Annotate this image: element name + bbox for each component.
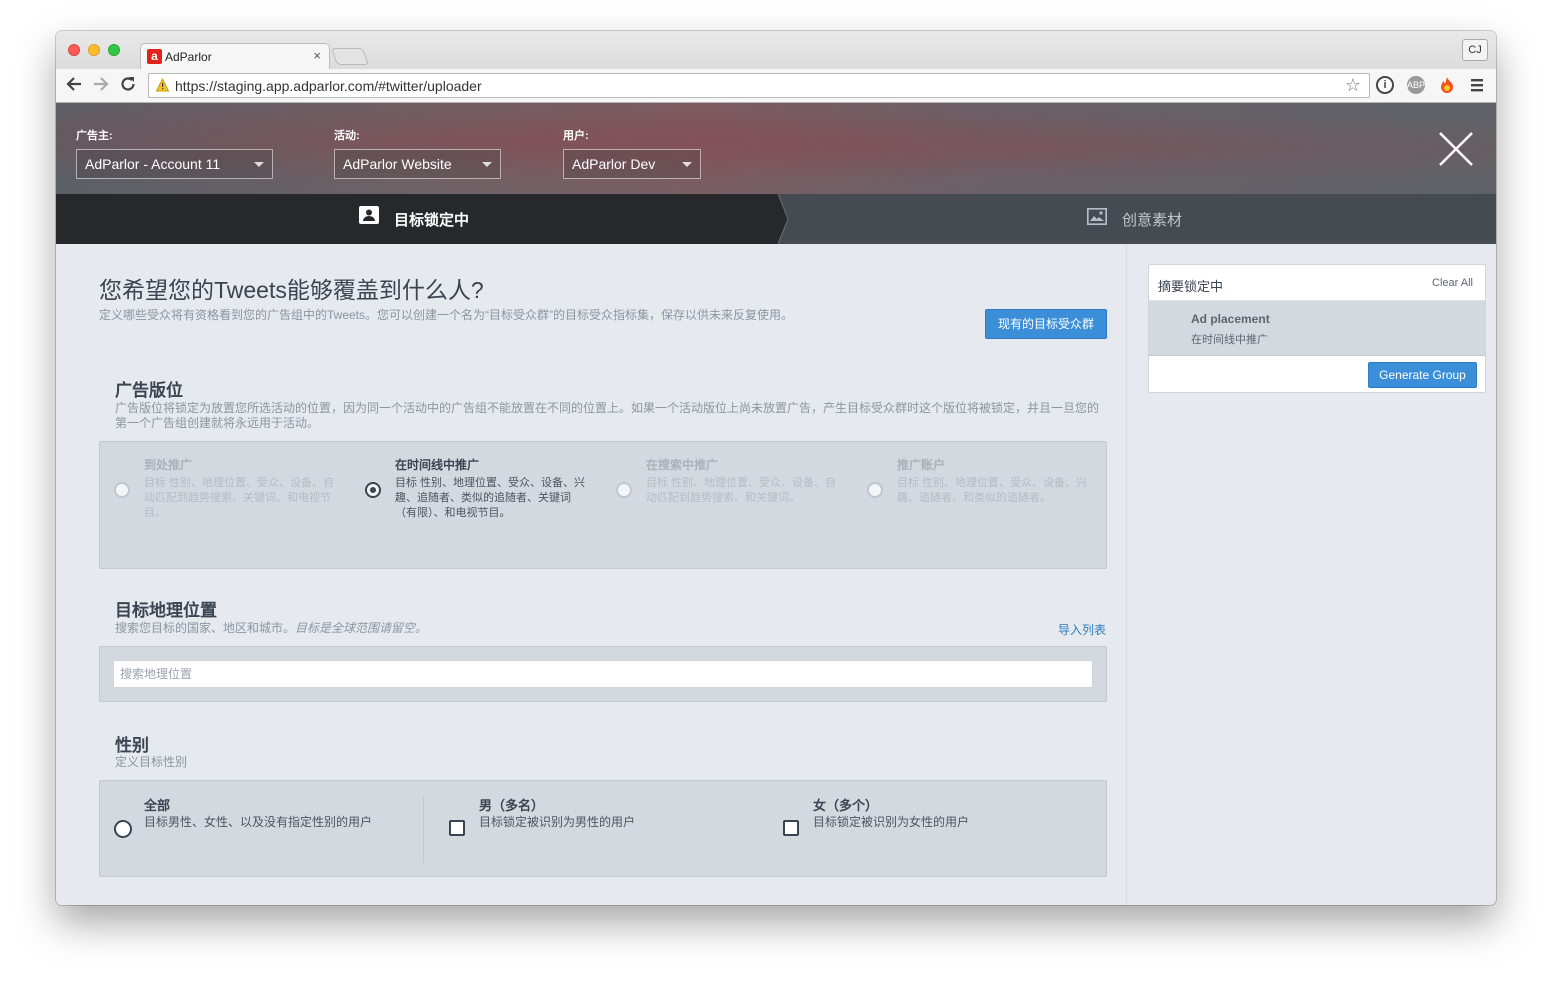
geo-description: 搜索您目标的国家、地区和城市。目标是全球范围请留空。 bbox=[115, 621, 427, 636]
summary-item-title: Ad placement bbox=[1191, 312, 1270, 326]
gender-description: 定义目标性别 bbox=[115, 755, 188, 769]
summary-title: 摘要锁定中 bbox=[1158, 279, 1224, 294]
tab-close-icon[interactable]: × bbox=[313, 48, 321, 63]
geo-search-input[interactable] bbox=[113, 660, 1093, 688]
step-targeting[interactable]: 目标锁定中 bbox=[56, 194, 778, 244]
placement-title: 广告版位 bbox=[115, 381, 183, 400]
campaign-select[interactable]: AdParlor Website bbox=[334, 149, 501, 179]
chevron-down-icon bbox=[254, 162, 264, 167]
gender-radio-all[interactable] bbox=[114, 820, 132, 838]
import-list-link[interactable]: 导入列表 bbox=[1058, 621, 1106, 638]
image-icon bbox=[1087, 208, 1107, 225]
user-label: 用户: bbox=[563, 130, 589, 142]
page-title: 您希望您的Tweets能够覆盖到什么人? bbox=[99, 277, 484, 303]
menu-hamburger-icon[interactable] bbox=[1469, 77, 1485, 97]
option-description: 目标 性别、地理位置、受众、设备、兴趣、追随者、类似的追随者、关键词（有限）、和… bbox=[395, 477, 586, 519]
option-title: 全部 bbox=[144, 798, 171, 813]
address-bar[interactable]: https://staging.app.adparlor.com/#twitte… bbox=[148, 73, 1370, 98]
gender-checkbox-female[interactable] bbox=[783, 820, 799, 836]
placement-radio-timeline[interactable] bbox=[365, 482, 381, 498]
contact-card-icon bbox=[359, 206, 379, 224]
placement-description: 广告版位将锁定为放置您所选活动的位置，因为同一个活动中的广告组不能放置在不同的位… bbox=[115, 401, 1100, 430]
advertiser-select[interactable]: AdParlor - Account 11 bbox=[76, 149, 273, 179]
forward-arrow-icon[interactable] bbox=[92, 75, 110, 97]
gender-panel: 全部 目标男性、女性、以及没有指定性别的用户 男（多名） 目标锁定被识别为男性的… bbox=[99, 780, 1107, 877]
user-value: AdParlor Dev bbox=[572, 156, 656, 172]
user-field: 用户: AdParlor Dev bbox=[563, 127, 701, 179]
gender-checkbox-male[interactable] bbox=[449, 820, 465, 836]
option-description: 目标 性别、地理位置、受众、设备、自动匹配到趋势搜索、关键词、和电视节目。 bbox=[144, 477, 335, 519]
clear-all-button[interactable]: Clear All bbox=[1432, 277, 1473, 289]
back-arrow-icon[interactable] bbox=[65, 75, 83, 97]
campaign-value: AdParlor Website bbox=[343, 156, 452, 172]
option-description: 目标锁定被识别为男性的用户 bbox=[479, 815, 636, 829]
option-description: 目标 性别、地理位置、受众、设备、自动匹配到趋势搜索、和关键词。 bbox=[646, 477, 837, 504]
step-navigation: 目标锁定中 创意素材 bbox=[56, 194, 1496, 244]
campaign-field: 活动: AdParlor Website bbox=[334, 127, 501, 179]
option-title: 在搜索中推广 bbox=[646, 458, 719, 472]
placement-radio-account[interactable] bbox=[867, 482, 883, 498]
warning-lock-icon bbox=[156, 78, 169, 92]
step-arrow-line bbox=[778, 194, 789, 244]
url-text: https://staging.app.adparlor.com/#twitte… bbox=[175, 78, 482, 94]
browser-tab-strip: a AdParlor × CJ bbox=[56, 31, 1496, 70]
gender-title: 性别 bbox=[115, 736, 149, 755]
minimize-window-button[interactable] bbox=[88, 44, 100, 56]
adblock-extension-icon[interactable]: ABP bbox=[1407, 76, 1425, 94]
geo-description-italic: 目标是全球范围请留空。 bbox=[295, 621, 428, 635]
user-select[interactable]: AdParlor Dev bbox=[563, 149, 701, 179]
step-targeting-label: 目标锁定中 bbox=[394, 212, 470, 229]
fire-extension-icon[interactable] bbox=[1438, 76, 1456, 94]
divider bbox=[423, 795, 424, 863]
main-content: 您希望您的Tweets能够覆盖到什么人? 定义哪些受众将有资格看到您的广告组中的… bbox=[56, 244, 1127, 905]
summary-panel: 摘要锁定中 Clear All Ad placement 在时间线中推广 Gen… bbox=[1148, 264, 1486, 393]
option-title: 到处推广 bbox=[144, 458, 193, 472]
bookmark-star-icon[interactable]: ☆ bbox=[1345, 75, 1361, 96]
campaign-label: 活动: bbox=[334, 130, 360, 142]
option-title: 女（多个） bbox=[813, 798, 879, 813]
generate-group-button[interactable]: Generate Group bbox=[1368, 362, 1477, 388]
option-title: 推广账户 bbox=[897, 458, 946, 472]
geo-panel bbox=[99, 646, 1107, 702]
close-window-button[interactable] bbox=[68, 44, 80, 56]
new-tab-button[interactable] bbox=[330, 48, 370, 65]
option-title: 男（多名） bbox=[479, 798, 545, 813]
existing-audience-button[interactable]: 现有的目标受众群 bbox=[985, 309, 1107, 339]
option-description: 目标锁定被识别为女性的用户 bbox=[813, 815, 970, 829]
option-description: 目标男性、女性、以及没有指定性别的用户 bbox=[144, 815, 373, 829]
chevron-down-icon bbox=[482, 162, 492, 167]
maximize-window-button[interactable] bbox=[108, 44, 120, 56]
placement-radio-everywhere[interactable] bbox=[114, 482, 130, 498]
advertiser-label: 广告主: bbox=[76, 130, 113, 142]
advertiser-value: AdParlor - Account 11 bbox=[85, 156, 221, 172]
summary-item-placement: Ad placement 在时间线中推广 bbox=[1149, 301, 1485, 356]
browser-toolbar: https://staging.app.adparlor.com/#twitte… bbox=[56, 69, 1496, 103]
step-creative-label: 创意素材 bbox=[1122, 212, 1183, 229]
summary-header: 摘要锁定中 Clear All bbox=[1149, 265, 1485, 301]
profile-button[interactable]: CJ bbox=[1462, 39, 1488, 61]
geo-description-text: 搜索您目标的国家、地区和城市。 bbox=[115, 621, 296, 635]
option-title: 在时间线中推广 bbox=[395, 458, 480, 472]
tab-title: AdParlor bbox=[165, 50, 212, 64]
placement-radio-search[interactable] bbox=[616, 482, 632, 498]
browser-tab[interactable]: a AdParlor × bbox=[140, 43, 330, 70]
geo-title: 目标地理位置 bbox=[115, 601, 217, 620]
info-extension-icon[interactable]: i bbox=[1376, 76, 1394, 94]
app-header: 广告主: AdParlor - Account 11 活动: AdParlor … bbox=[56, 103, 1496, 194]
chevron-down-icon bbox=[682, 162, 692, 167]
summary-item-value: 在时间线中推广 bbox=[1191, 334, 1268, 346]
reload-icon[interactable] bbox=[119, 75, 137, 97]
placement-panel: 到处推广 目标 性别、地理位置、受众、设备、自动匹配到趋势搜索、关键词、和电视节… bbox=[99, 441, 1107, 569]
advertiser-field: 广告主: AdParlor - Account 11 bbox=[76, 127, 273, 179]
adparlor-favicon-icon: a bbox=[147, 49, 162, 64]
page-description: 定义哪些受众将有资格看到您的广告组中的Tweets。您可以创建一个名为“目标受众… bbox=[99, 308, 794, 322]
option-description: 目标 性别、地理位置、受众、设备、兴趣、追随者、和类似的追随者。 bbox=[897, 477, 1088, 504]
browser-window: a AdParlor × CJ https://staging.app.adpa… bbox=[56, 31, 1496, 905]
close-icon[interactable] bbox=[1438, 131, 1474, 167]
